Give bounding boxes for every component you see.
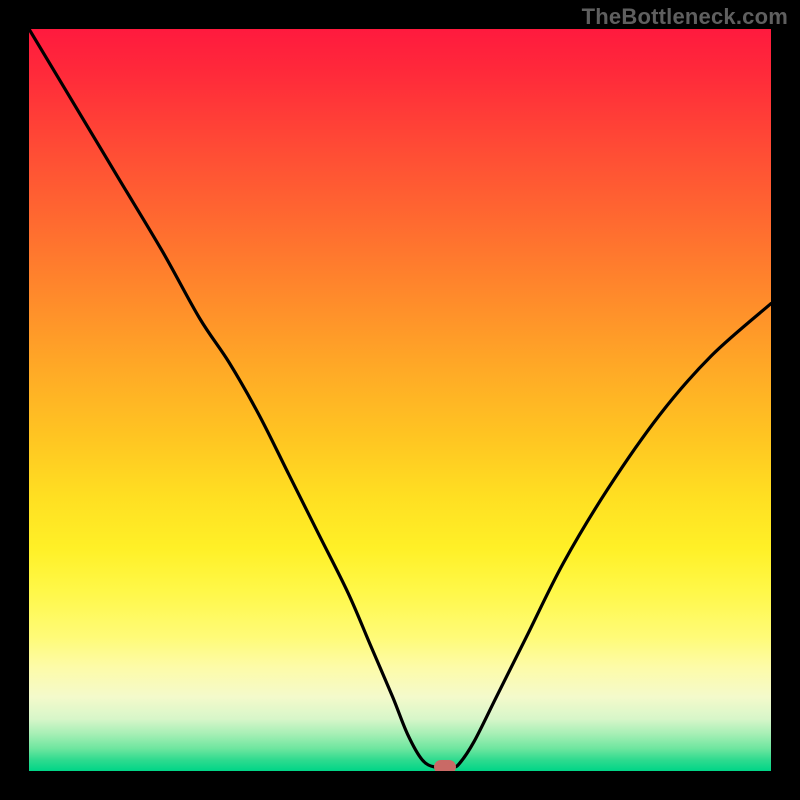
bottleneck-curve (29, 29, 771, 771)
attribution-label: TheBottleneck.com (582, 4, 788, 30)
chart-frame: TheBottleneck.com (0, 0, 800, 800)
optimum-marker (434, 760, 456, 771)
plot-area (29, 29, 771, 771)
